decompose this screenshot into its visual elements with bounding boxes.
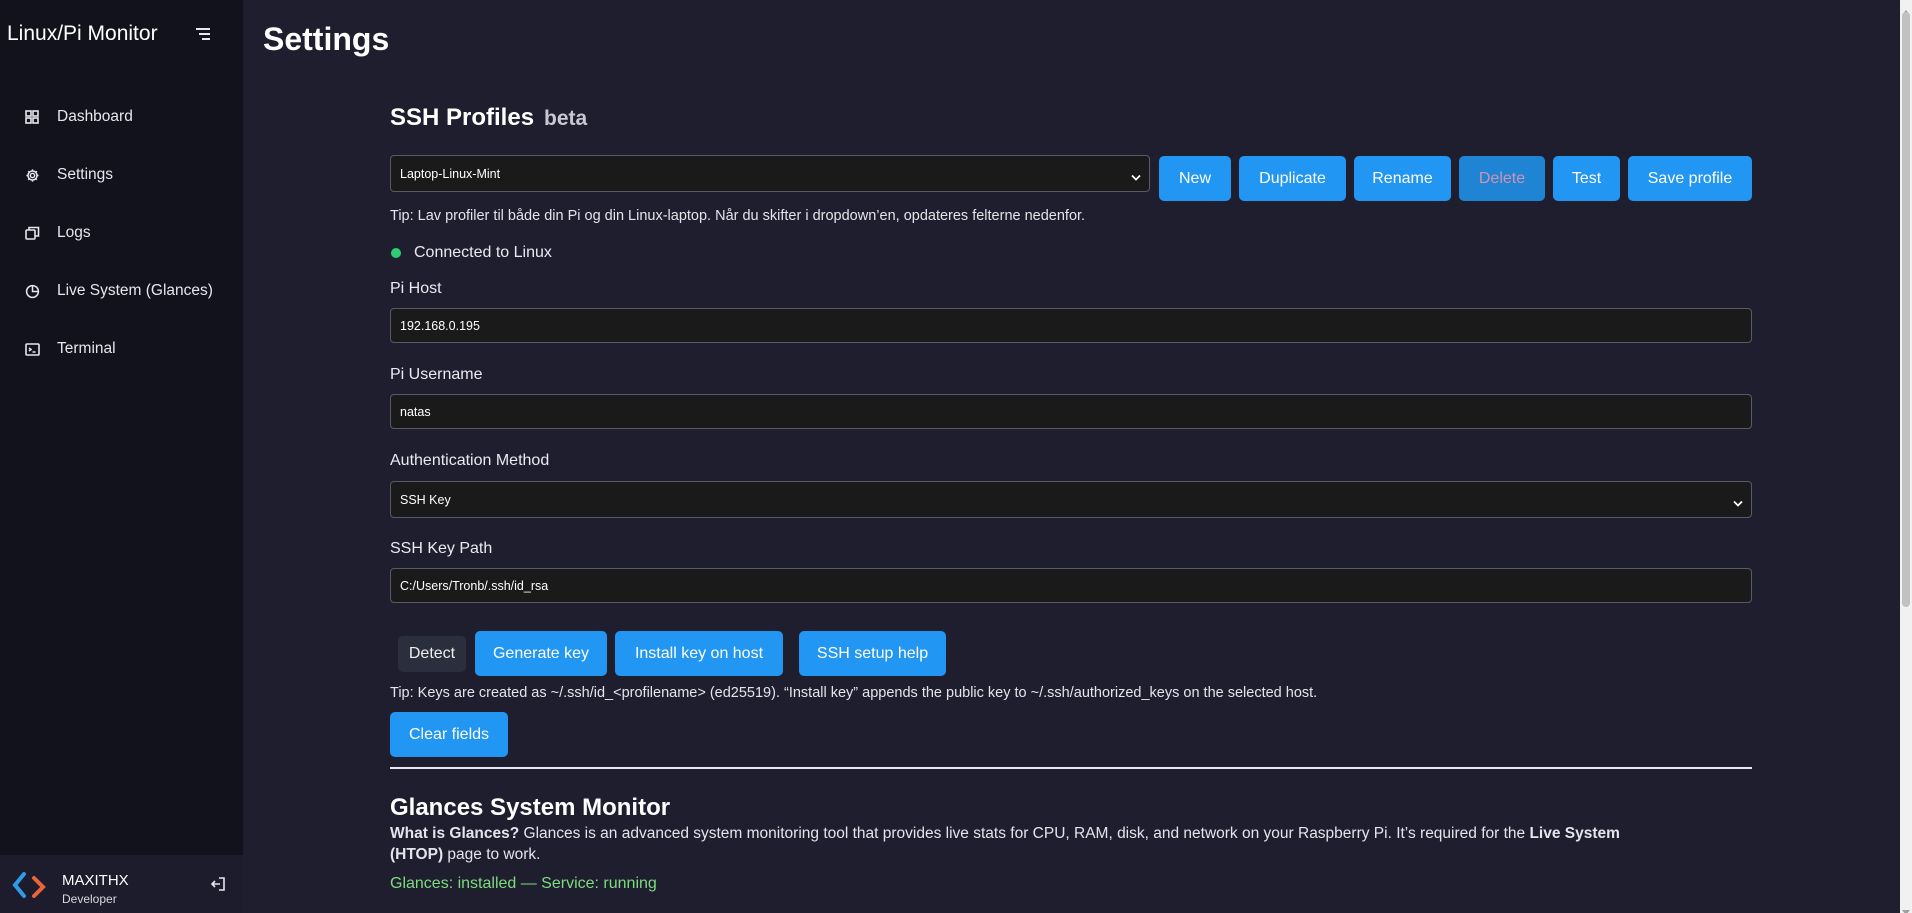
key-path-value: C:/Users/Tronb/.ssh/id_rsa <box>400 578 549 593</box>
beta-badge: beta <box>544 107 588 130</box>
section-heading: Glances System Monitor <box>390 794 671 821</box>
user-role: Developer <box>62 892 117 906</box>
glances-description: What is Glances? Glances is an advanced … <box>390 823 1630 865</box>
grid-icon <box>24 109 40 125</box>
sidebar-item-label: Terminal <box>57 340 116 357</box>
section-heading: SSH Profiles <box>390 104 535 131</box>
terminal-icon <box>24 341 40 357</box>
new-profile-button[interactable]: New <box>1159 156 1231 201</box>
username-label: Pi Username <box>390 366 483 383</box>
sidebar: Linux/Pi Monitor Dashboard Settings Logs <box>0 0 243 913</box>
ssh-profiles-heading: SSH Profiles beta <box>390 104 1752 132</box>
key-path-input[interactable]: C:/Users/Tronb/.ssh/id_rsa <box>390 568 1752 603</box>
user-name: MAXITHX <box>62 872 129 889</box>
section-divider <box>390 767 1752 769</box>
auth-method-value: SSH Key <box>400 492 451 507</box>
profile-select[interactable]: Laptop-Linux-Mint <box>390 155 1150 192</box>
connection-status: Connected to Linux <box>414 244 552 261</box>
profiles-tip: Tip: Lav profiler til både din Pi og din… <box>390 208 1086 224</box>
sidebar-item-settings[interactable]: Settings <box>0 146 243 204</box>
pie-chart-icon <box>24 283 40 299</box>
username-value: natas <box>400 404 431 419</box>
auth-method-select[interactable]: SSH Key <box>390 481 1752 518</box>
glances-desc-part2: page to work. <box>443 846 541 863</box>
glances-what-is: What is Glances? <box>390 825 520 842</box>
chevron-down-icon <box>1131 170 1141 181</box>
scrollbar-thumb[interactable] <box>1902 12 1910 607</box>
duplicate-profile-button[interactable]: Duplicate <box>1239 156 1346 201</box>
sidebar-item-label: Dashboard <box>57 108 133 125</box>
test-connection-button[interactable]: Test <box>1553 156 1620 201</box>
scroll-down-arrow-icon[interactable] <box>1902 903 1910 913</box>
sidebar-nav: Dashboard Settings Logs Live System (Gla… <box>0 88 243 378</box>
user-panel: MAXITHX Developer <box>0 855 243 913</box>
chevron-down-icon <box>1733 496 1743 507</box>
scroll-up-arrow-icon[interactable] <box>1902 2 1910 15</box>
sidebar-item-logs[interactable]: Logs <box>0 204 243 262</box>
keys-tip: Tip: Keys are created as ~/.ssh/id_<prof… <box>390 685 1318 701</box>
sidebar-item-label: Settings <box>57 166 114 183</box>
auth-method-label: Authentication Method <box>390 452 550 469</box>
glances-desc-part1: Glances is an advanced system monitoring… <box>519 825 1530 842</box>
ssh-setup-help-button[interactable]: SSH setup help <box>799 631 946 676</box>
username-input[interactable]: natas <box>390 394 1752 429</box>
sidebar-item-label: Logs <box>57 224 91 241</box>
app-title: Linux/Pi Monitor <box>7 22 158 45</box>
install-key-button[interactable]: Install key on host <box>615 631 783 676</box>
status-indicator <box>391 248 401 258</box>
delete-profile-button[interactable]: Delete <box>1459 156 1545 201</box>
glances-status: Glances: installed — Service: running <box>390 875 657 892</box>
page-scrollbar[interactable] <box>1900 0 1912 913</box>
sidebar-item-live-system[interactable]: Live System (Glances) <box>0 262 243 320</box>
generate-key-button[interactable]: Generate key <box>475 631 607 676</box>
sidebar-item-label: Live System (Glances) <box>57 282 213 299</box>
logo-icon <box>12 871 46 899</box>
profile-select-value: Laptop-Linux-Mint <box>400 166 501 181</box>
gear-icon <box>24 167 40 183</box>
key-path-label: SSH Key Path <box>390 540 493 557</box>
sidebar-item-dashboard[interactable]: Dashboard <box>0 88 243 146</box>
save-profile-button[interactable]: Save profile <box>1628 156 1752 201</box>
logout-icon[interactable] <box>210 876 226 892</box>
menu-toggle-icon[interactable] <box>196 27 212 41</box>
page-title: Settings <box>263 21 390 57</box>
host-label: Pi Host <box>390 280 442 297</box>
clear-fields-button[interactable]: Clear fields <box>390 712 508 757</box>
host-input[interactable]: 192.168.0.195 <box>390 308 1752 343</box>
rename-profile-button[interactable]: Rename <box>1354 156 1451 201</box>
logs-icon <box>24 225 40 241</box>
glances-heading: Glances System Monitor <box>390 794 1752 822</box>
detect-key-button[interactable]: Detect <box>398 636 466 672</box>
sidebar-item-terminal[interactable]: Terminal <box>0 320 243 378</box>
host-value: 192.168.0.195 <box>400 318 480 333</box>
